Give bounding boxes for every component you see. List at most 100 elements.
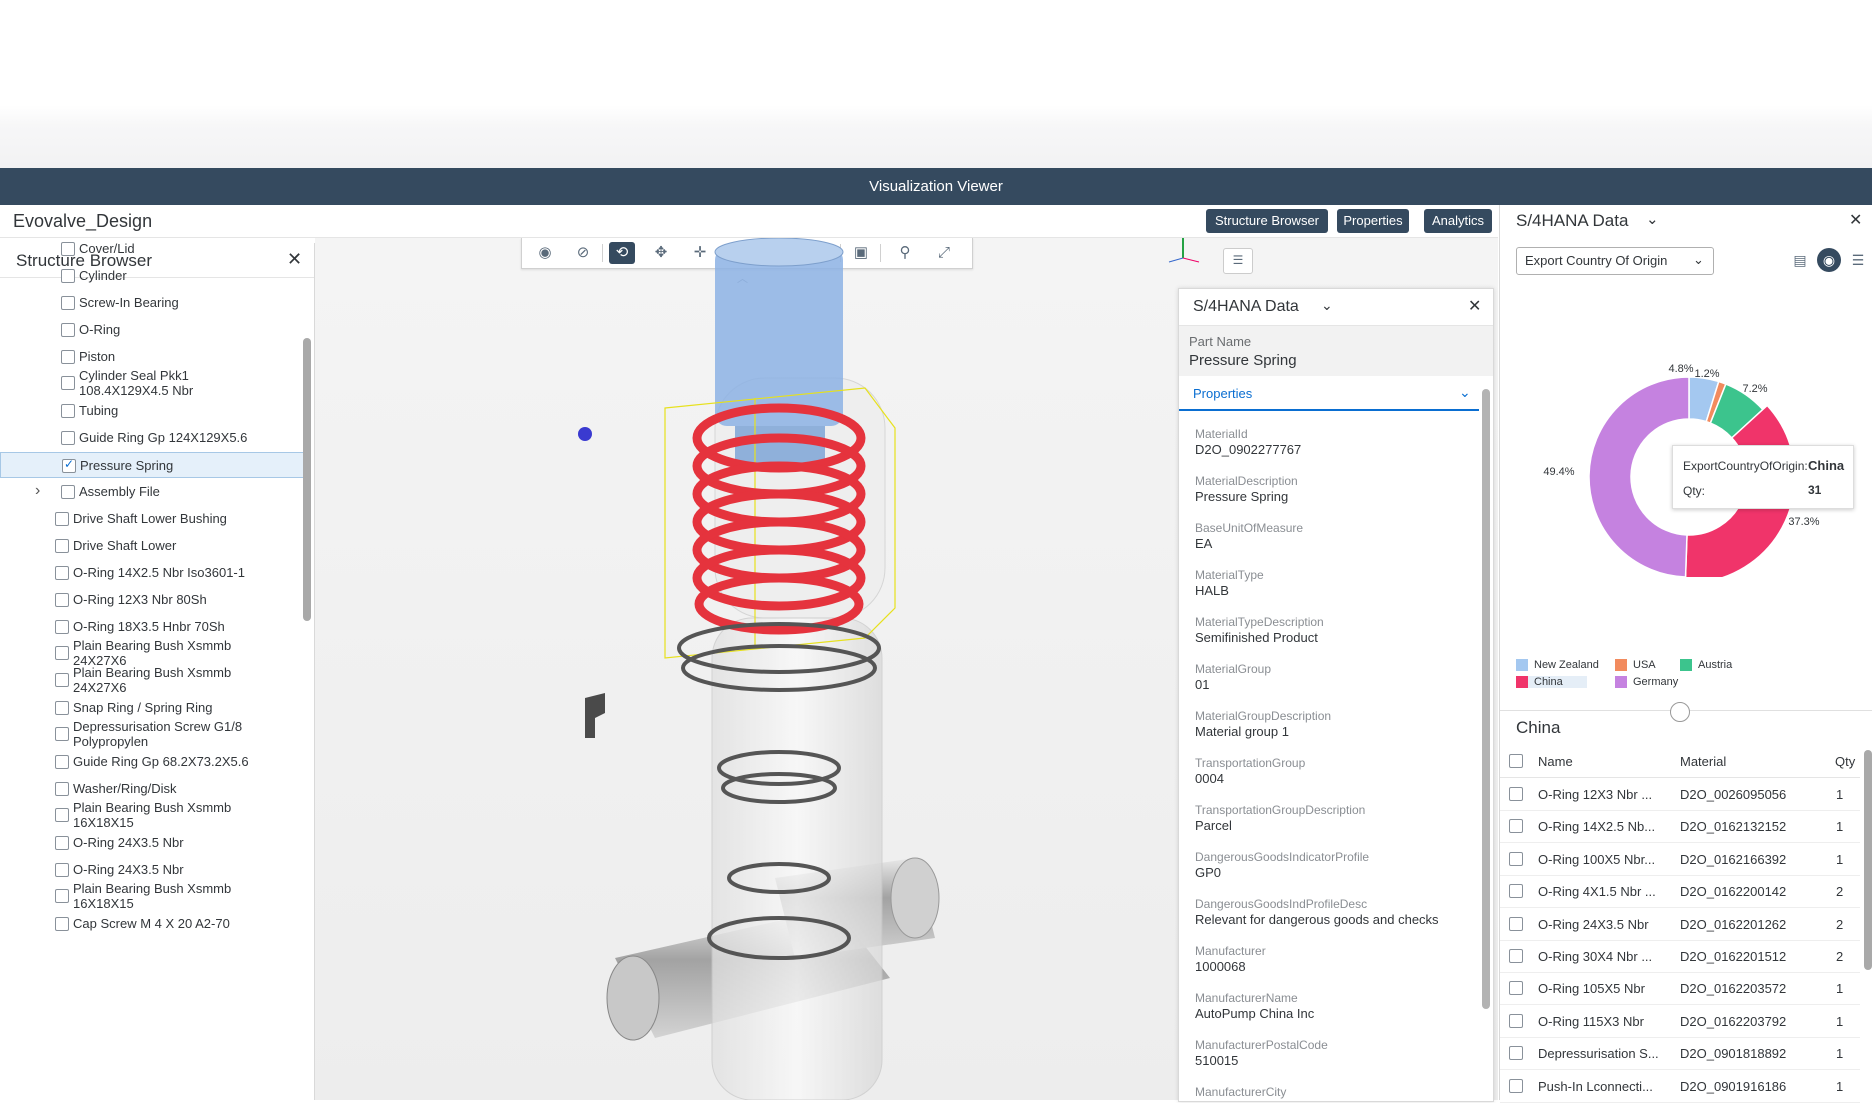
splitter-handle[interactable] xyxy=(1670,702,1690,722)
analytics-button[interactable]: Analytics xyxy=(1424,209,1492,233)
item-checkbox[interactable] xyxy=(55,646,69,660)
item-checkbox[interactable] xyxy=(55,836,69,850)
row-checkbox[interactable] xyxy=(1509,787,1523,801)
item-checkbox[interactable] xyxy=(55,566,69,580)
dimension-select[interactable]: Export Country Of Origin ⌄ xyxy=(1516,247,1714,275)
structure-browser-button[interactable]: Structure Browser xyxy=(1206,209,1328,233)
row-checkbox[interactable] xyxy=(1509,949,1523,963)
item-checkbox[interactable] xyxy=(55,539,69,553)
row-checkbox[interactable] xyxy=(1509,916,1523,931)
chevron-down-icon[interactable]: ⌄ xyxy=(1321,297,1333,314)
structure-tree-item[interactable]: Cover/Lid xyxy=(0,236,304,262)
structure-tree-item[interactable]: Depressurisation Screw G1/8 Polypropylen xyxy=(0,719,304,749)
table-row[interactable]: O-Ring 105X5 Nbr D2O_0162203572 1 xyxy=(1500,972,1860,1006)
properties-button[interactable]: Properties xyxy=(1337,209,1409,233)
structure-tree-item[interactable]: Pressure Spring xyxy=(0,452,304,478)
table-row[interactable]: O-Ring 24X3.5 Nbr D2O_0162201262 2 xyxy=(1500,908,1860,941)
table-row[interactable]: Depressurisation S... D2O_0901818892 1 xyxy=(1500,1037,1860,1071)
item-checkbox[interactable] xyxy=(61,242,75,256)
legend-item[interactable]: Austria xyxy=(1680,659,1732,672)
item-checkbox[interactable] xyxy=(62,457,76,473)
row-checkbox[interactable] xyxy=(1509,851,1523,866)
item-checkbox[interactable] xyxy=(61,269,75,283)
row-checkbox[interactable] xyxy=(1509,981,1523,996)
table-view-icon[interactable]: ▤ xyxy=(1788,248,1812,272)
column-header-qty[interactable]: Qty xyxy=(1835,754,1855,769)
legend-item[interactable]: New Zealand xyxy=(1516,659,1599,672)
row-checkbox[interactable] xyxy=(1509,819,1523,834)
select-all-checkbox[interactable] xyxy=(1509,754,1523,768)
structure-tree-item[interactable]: Guide Ring Gp 68.2X73.2X5.6 xyxy=(0,749,304,775)
item-checkbox[interactable] xyxy=(55,889,69,903)
legend-item[interactable]: China xyxy=(1516,676,1587,689)
chevron-down-icon[interactable]: ⌄ xyxy=(1646,210,1659,228)
item-checkbox[interactable] xyxy=(55,620,69,634)
structure-browser-scrollbar[interactable] xyxy=(303,338,311,621)
structure-tree-item[interactable]: O-Ring 24X3.5 Nbr xyxy=(0,830,304,856)
item-checkbox[interactable] xyxy=(55,782,69,796)
item-checkbox[interactable] xyxy=(61,485,75,499)
table-row[interactable]: O-Ring 115X3 Nbr D2O_0162203792 1 xyxy=(1500,1005,1860,1038)
legend-item[interactable]: Germany xyxy=(1615,676,1678,689)
structure-tree-item[interactable]: Plain Bearing Bush Xsmmb 24X27X6 xyxy=(0,638,304,668)
structure-tree-item[interactable]: Plain Bearing Bush Xsmmb 16X18X15 xyxy=(0,881,304,911)
structure-tree-item[interactable]: Plain Bearing Bush Xsmmb 16X18X15 xyxy=(0,800,304,830)
row-checkbox[interactable] xyxy=(1509,1046,1523,1061)
donut-chart-icon[interactable]: ◉ xyxy=(1817,248,1841,272)
item-checkbox[interactable] xyxy=(61,296,75,310)
structure-tree-item[interactable]: Tubing xyxy=(0,398,304,424)
structure-tree-item[interactable]: Washer/Ring/Disk xyxy=(0,776,304,802)
structure-tree-item[interactable]: Guide Ring Gp 124X129X5.6 xyxy=(0,425,304,451)
close-icon[interactable]: ✕ xyxy=(1468,296,1481,316)
structure-tree-item[interactable]: O-Ring xyxy=(0,317,304,343)
structure-tree-item[interactable]: O-Ring 24X3.5 Nbr xyxy=(0,857,304,883)
column-header-name[interactable]: Name xyxy=(1538,754,1573,769)
row-checkbox[interactable] xyxy=(1509,884,1523,899)
structure-tree-item[interactable]: Cap Screw M 4 X 20 A2-70 xyxy=(0,911,304,937)
item-checkbox[interactable] xyxy=(55,917,69,931)
table-row[interactable]: O-Ring 30X4 Nbr ... D2O_0162201512 2 xyxy=(1500,940,1860,973)
item-checkbox[interactable] xyxy=(61,431,75,445)
chevron-down-icon[interactable]: ⌄ xyxy=(1459,384,1471,401)
structure-tree-item[interactable]: O-Ring 18X3.5 Hnbr 70Sh xyxy=(0,614,304,640)
structure-tree-item[interactable]: Plain Bearing Bush Xsmmb 24X27X6 xyxy=(0,665,304,695)
item-checkbox[interactable] xyxy=(55,808,69,822)
properties-section-header[interactable]: Properties ⌄ xyxy=(1179,379,1479,411)
item-checkbox[interactable] xyxy=(55,701,69,715)
structure-tree-item[interactable]: O-Ring 14X2.5 Nbr Iso3601-1 xyxy=(0,560,304,586)
table-row[interactable]: O-Ring 100X5 Nbr... D2O_0162166392 1 xyxy=(1500,843,1860,876)
item-checkbox[interactable] xyxy=(61,350,75,364)
item-checkbox[interactable] xyxy=(55,755,69,769)
structure-tree-item[interactable]: O-Ring 12X3 Nbr 80Sh xyxy=(0,587,304,613)
properties-scrollbar[interactable] xyxy=(1482,389,1490,1009)
item-checkbox[interactable] xyxy=(61,404,75,418)
row-checkbox[interactable] xyxy=(1509,1013,1523,1028)
item-checkbox[interactable] xyxy=(61,376,75,390)
structure-tree-item[interactable]: Drive Shaft Lower xyxy=(0,533,304,559)
structure-tree-item[interactable]: Screw-In Bearing xyxy=(0,290,304,316)
structure-tree-item[interactable]: Cylinder Seal Pkk1 108.4X129X4.5 Nbr xyxy=(0,368,304,398)
item-checkbox[interactable] xyxy=(61,323,75,337)
structure-tree-item[interactable]: Drive Shaft Lower Bushing xyxy=(0,506,304,532)
structure-tree-item[interactable]: › Assembly File xyxy=(0,479,304,505)
structure-tree-item[interactable]: Piston xyxy=(0,344,304,370)
table-row[interactable]: O-Ring 14X2.5 Nb... D2O_0162132152 1 xyxy=(1500,810,1860,844)
bar-chart-icon[interactable]: ☰ xyxy=(1846,248,1870,272)
table-scrollbar[interactable] xyxy=(1864,750,1872,970)
item-checkbox[interactable] xyxy=(55,512,69,526)
expand-chevron-icon[interactable]: › xyxy=(35,482,40,500)
structure-tree-item[interactable]: Cylinder xyxy=(0,263,304,289)
table-row[interactable]: O-Ring 4X1.5 Nbr ... D2O_0162200142 2 xyxy=(1500,875,1860,909)
legend-item[interactable]: USA xyxy=(1615,659,1656,672)
structure-tree-item[interactable]: Snap Ring / Spring Ring xyxy=(0,695,304,721)
item-checkbox[interactable] xyxy=(55,673,69,687)
column-header-material[interactable]: Material xyxy=(1680,754,1726,769)
list-icon[interactable]: ☰ xyxy=(1223,248,1253,274)
item-checkbox[interactable] xyxy=(55,863,69,877)
table-row[interactable]: Push-In Lconnecti... D2O_0901916186 1 xyxy=(1500,1070,1860,1103)
close-icon[interactable]: ✕ xyxy=(1849,210,1862,230)
donut-chart[interactable]: 4.8% 1.2% 7.2% 37.3% 49.4% xyxy=(1500,277,1872,577)
item-checkbox[interactable] xyxy=(55,593,69,607)
row-checkbox[interactable] xyxy=(1509,1078,1523,1093)
item-checkbox[interactable] xyxy=(55,727,69,741)
